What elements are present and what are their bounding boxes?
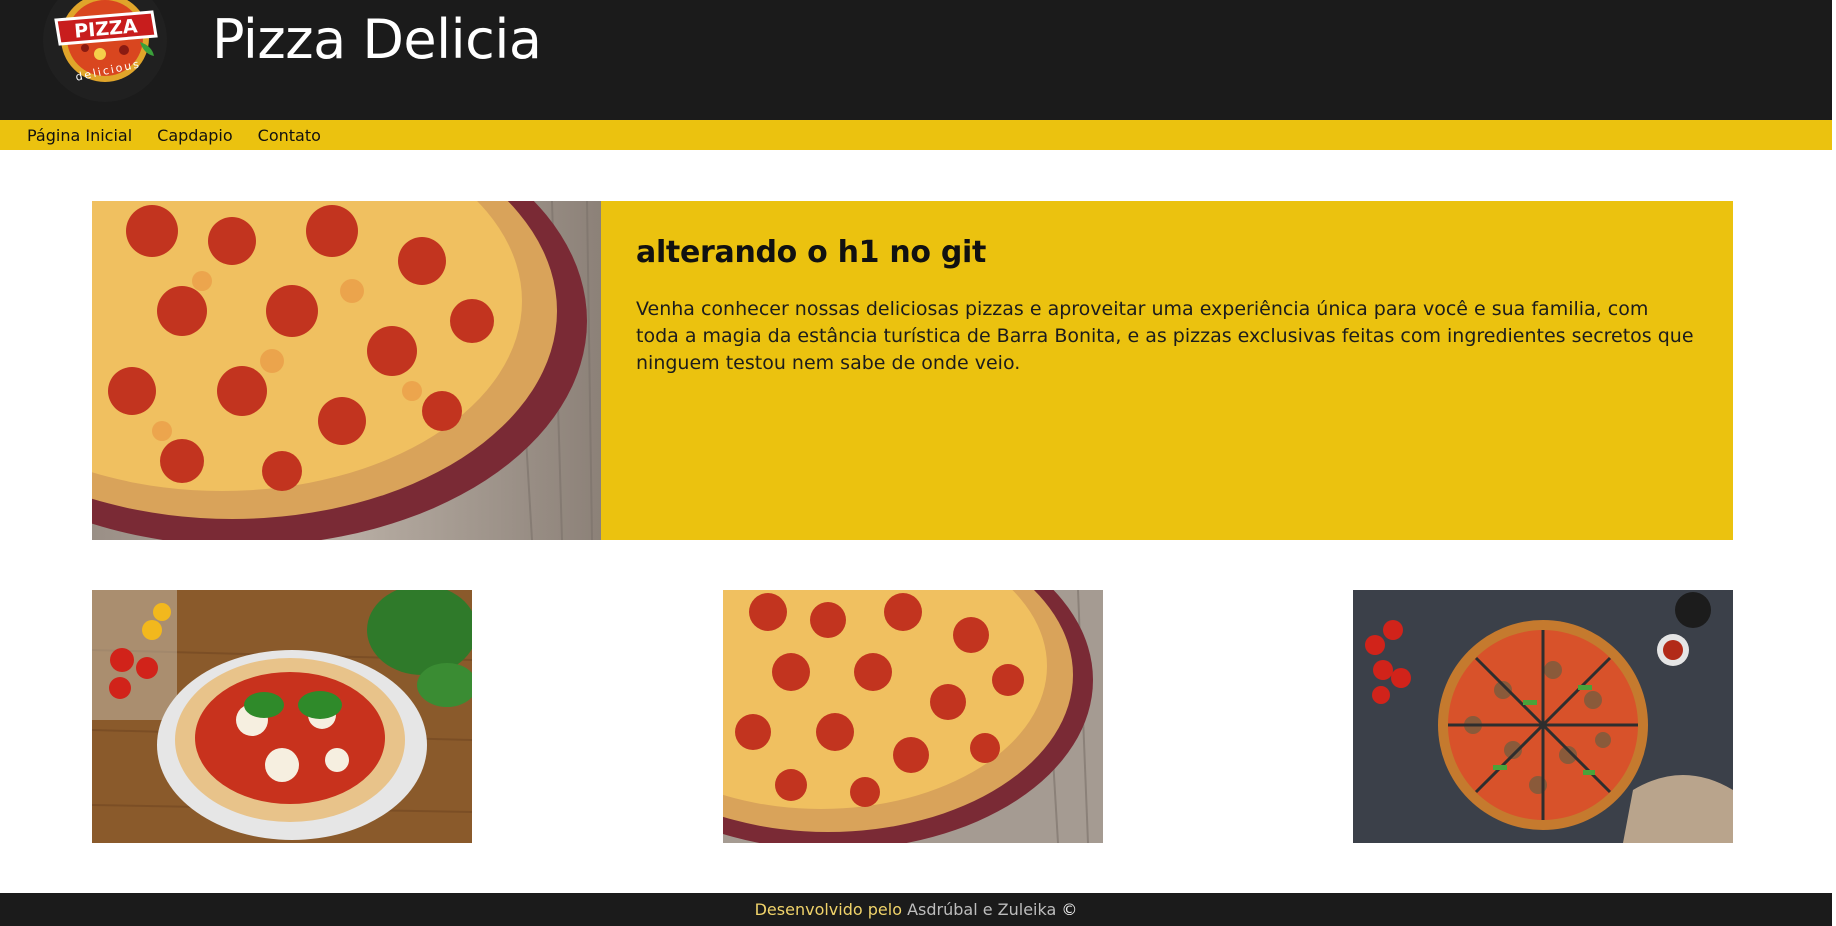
nav-item-contact[interactable]: Contato: [258, 126, 321, 145]
site-header: PIZZA delicious Pizza Delicia: [0, 0, 1832, 120]
footer-authors: Asdrúbal e Zuleika: [907, 900, 1057, 919]
pepperoni-pizza-image: [723, 590, 1103, 843]
nav-item-home[interactable]: Página Inicial: [27, 126, 132, 145]
margherita-pizza-image: [92, 590, 472, 843]
hero-heading: alterando o h1 no git: [636, 235, 987, 270]
main-nav: Página Inicial Capdapio Contato: [0, 120, 1832, 150]
site-title: Pizza Delicia: [212, 8, 542, 71]
nav-item-menu[interactable]: Capdapio: [157, 126, 232, 145]
hero-section: alterando o h1 no git Venha conhecer nos…: [92, 201, 1733, 540]
footer-prefix: Desenvolvido pelo: [754, 900, 902, 919]
sliced-pizza-image: [1353, 590, 1733, 843]
hero-text: alterando o h1 no git Venha conhecer nos…: [636, 235, 1696, 377]
hero-pepperoni-pizza-image: [92, 201, 601, 540]
copyright-icon: ©: [1061, 900, 1078, 919]
hero-description: Venha conhecer nossas deliciosas pizzas …: [636, 298, 1694, 374]
pizza-logo-icon[interactable]: PIZZA delicious: [30, 0, 180, 110]
site-footer: Desenvolvido pelo Asdrúbal e Zuleika ©: [0, 893, 1832, 926]
